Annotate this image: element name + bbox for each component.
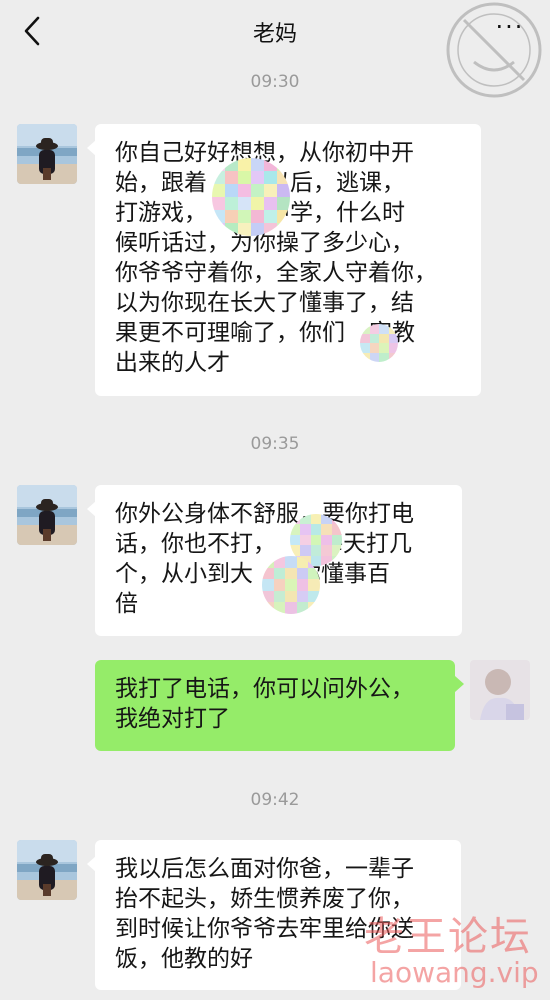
message-line: 我绝对打了 [115,706,230,732]
avatar-self[interactable] [470,660,530,720]
avatar-image [17,485,77,545]
message-line: 你自己好好想想，从你初中开 [115,140,414,166]
message-line: 话，你也不打， 每天打几 [115,531,412,557]
message-line: 我以后怎么面对你爸，一辈子 [115,856,414,882]
timestamp: 09:35 [250,434,300,454]
watermark-url: laowang.vip [370,956,539,989]
timestamp: 09:42 [250,790,300,810]
avatar-mom[interactable] [17,124,77,184]
message-line: 果更不可理喻了，你们家教 [115,320,415,346]
avatar-image [17,124,77,184]
message-bubble[interactable]: 你自己好好想想，从你初中开 始，跟着 以后，逃课， 打游戏， 中学，什么时 候听话过… [95,124,481,396]
avatar-image [17,840,77,900]
message-bubble-self[interactable]: 我打了电话，你可以问外公， 我绝对打了 [95,660,455,751]
bubble-tail [455,676,464,692]
pixelated-redaction [262,556,320,614]
avatar-mom[interactable] [17,840,77,900]
avatar-mom[interactable] [17,485,77,545]
avatar-image [470,660,530,720]
circular-stamp-logo [446,2,542,98]
pixelated-redaction [360,324,398,362]
message-line: 候听话过，为你操了多少心， [115,230,414,256]
watermark-text: 老王论坛 [364,914,532,960]
message-line: 出来的人才 [115,350,230,376]
message-line: 我打了电话，你可以问外公， [115,676,414,702]
pixelated-redaction [212,158,290,236]
message-line: 以为你现在长大了懂事了，结 [115,290,414,316]
message-line: 你爷爷守着你，全家人守着你， [115,260,437,286]
message-line: 你外公身体不舒服，要你打电 [115,501,414,527]
timestamp: 09:30 [250,72,300,92]
